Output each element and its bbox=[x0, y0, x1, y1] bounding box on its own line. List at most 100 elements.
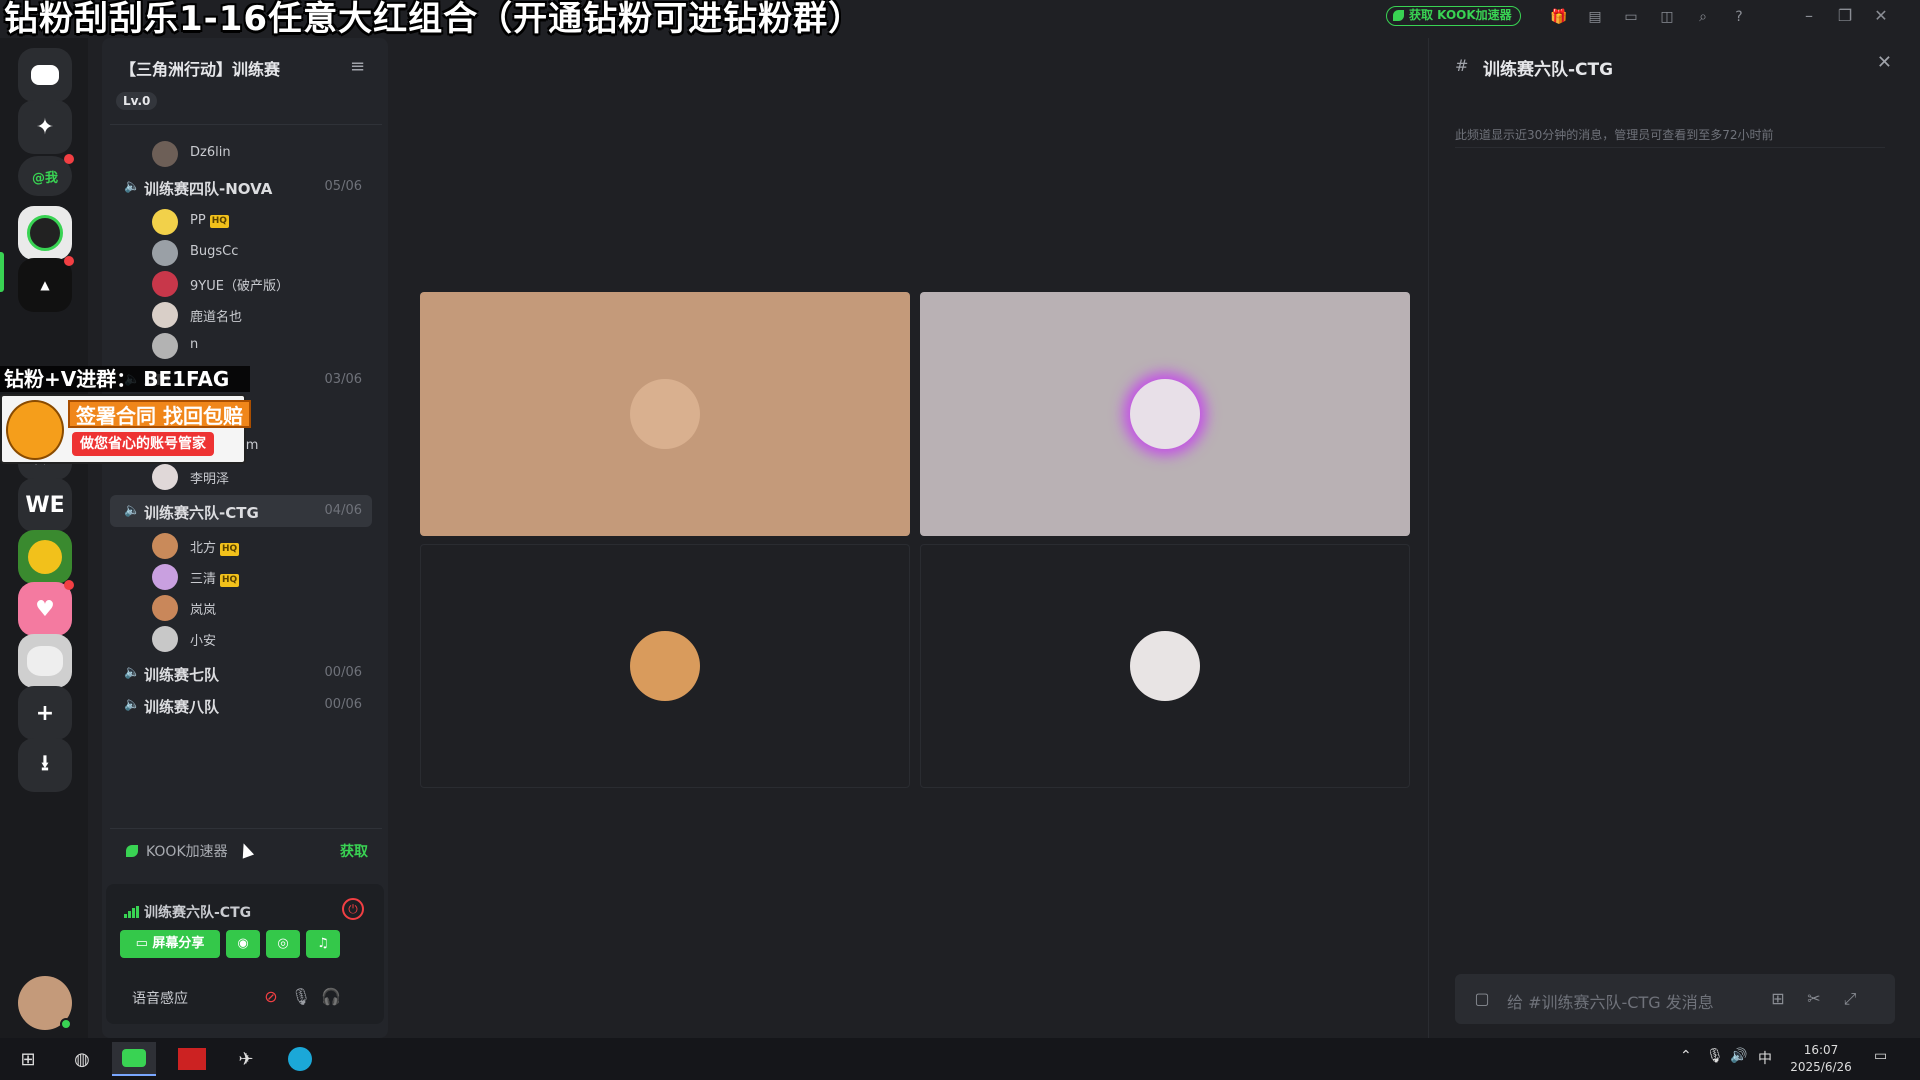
guild-name[interactable]: 【三角洲行动】训练赛 bbox=[120, 56, 280, 80]
tray-chevron-icon[interactable]: ⌃ bbox=[1680, 1048, 1692, 1064]
user-avatar[interactable] bbox=[18, 976, 72, 1030]
server-cat[interactable] bbox=[18, 634, 72, 688]
participant-tile-2[interactable] bbox=[920, 292, 1410, 536]
expand-icon[interactable]: ⤢ bbox=[1839, 988, 1861, 1010]
voice-channel-name: 训练赛四队-NOVA bbox=[144, 180, 273, 198]
server-we[interactable]: WE bbox=[18, 478, 72, 532]
scissors-icon[interactable]: ✂ bbox=[1803, 988, 1825, 1010]
badge-line-2: 做您省心的账号管家 bbox=[72, 432, 214, 456]
tray-clock[interactable]: 16:07 2025/6/26 bbox=[1780, 1042, 1862, 1076]
voice-channel-item[interactable]: 🔈 训练赛八队 00/06 bbox=[110, 689, 372, 721]
hq-badge: HQ bbox=[220, 574, 240, 587]
menu-icon[interactable]: ≡ bbox=[350, 56, 365, 77]
channel-member-item[interactable]: 鹿道名也 bbox=[110, 298, 372, 330]
music-icon: ♫ bbox=[317, 936, 329, 951]
download-button[interactable]: ⭳ bbox=[18, 738, 72, 792]
member-name-text: 岚岚 bbox=[190, 603, 217, 618]
mentions-button[interactable]: @我 bbox=[18, 154, 74, 196]
inbox-icon[interactable]: ▤ bbox=[1584, 6, 1606, 28]
participant-tile-1[interactable] bbox=[420, 292, 910, 536]
voice-channel-item[interactable]: 🔈 训练赛四队-NOVA 05/06 bbox=[110, 171, 372, 203]
channel-member-item[interactable]: Dz6lin bbox=[110, 137, 372, 169]
unread-dot bbox=[64, 580, 74, 590]
soundboard-button[interactable]: ◎ bbox=[266, 930, 300, 958]
edge-browser-icon[interactable] bbox=[278, 1042, 322, 1076]
microphone-icon[interactable]: 🎙 bbox=[290, 986, 312, 1008]
channel-member-item[interactable]: n bbox=[110, 329, 372, 361]
server-sunflower[interactable] bbox=[18, 530, 72, 584]
member-avatar bbox=[152, 271, 178, 297]
screen-icon[interactable]: ▭ bbox=[1620, 6, 1642, 28]
direct-messages-button[interactable] bbox=[18, 48, 72, 102]
message-input[interactable]: ▢ 给 #训练赛六队-CTG 发消息 ⊞ ✂ ⤢ bbox=[1455, 974, 1895, 1024]
accelerator-label: KOOK加速器 bbox=[146, 844, 228, 860]
search-icon[interactable]: ⌕ bbox=[1692, 6, 1714, 28]
voice-connection-panel: 训练赛六队-CTG ⏻ ▭ 屏幕分享 ◉ ◎ ♫ 语音感应 ⊘ 🎙 🎧 bbox=[106, 884, 384, 1024]
member-name-text: 北方 bbox=[190, 541, 217, 556]
kook-taskbar-icon[interactable] bbox=[112, 1042, 156, 1076]
minimize-icon[interactable]: – bbox=[1800, 6, 1818, 26]
add-server-button[interactable]: + bbox=[18, 686, 72, 740]
member-avatar bbox=[152, 209, 178, 235]
channel-member-item[interactable]: 9YUE（破产版） bbox=[110, 267, 372, 299]
participant-avatar bbox=[1130, 379, 1200, 449]
voice-channel-count: 04/06 bbox=[324, 503, 362, 518]
channel-member-item[interactable]: 三清 HQ bbox=[110, 560, 372, 592]
voicemeeter-icon[interactable] bbox=[170, 1042, 214, 1076]
add-attachment-icon[interactable]: ⊞ bbox=[1767, 988, 1789, 1010]
participant-tile-3[interactable] bbox=[420, 544, 910, 788]
voice-sense-label[interactable]: 语音感应 bbox=[132, 988, 188, 1008]
channel-member-item[interactable]: 岚岚 bbox=[110, 591, 372, 623]
start-icon[interactable]: ⊞ bbox=[6, 1042, 50, 1076]
member-avatar bbox=[152, 533, 178, 559]
close-icon[interactable]: ✕ bbox=[1872, 6, 1890, 26]
restore-icon[interactable]: ❐ bbox=[1836, 6, 1854, 26]
get-accelerator-link[interactable]: 获取 bbox=[340, 841, 368, 861]
voice-channel-item[interactable]: 🔈 训练赛六队-CTG 04/06 bbox=[110, 495, 372, 527]
window-icon[interactable]: ◫ bbox=[1656, 6, 1678, 28]
kook-app-window: 钻粉刮刮乐1-16任意大红组合（开通钻粉可进钻粉群） 获取 KOOK加速器 🎁 … bbox=[0, 0, 1920, 1080]
server-training[interactable] bbox=[18, 206, 72, 260]
camera-off-icon[interactable]: ⊘ bbox=[260, 986, 282, 1008]
obs-icon[interactable]: ◍ bbox=[60, 1042, 104, 1076]
server-pink[interactable]: ♥ bbox=[18, 580, 74, 636]
tray-volume-icon[interactable]: 🔊 bbox=[1730, 1048, 1747, 1064]
close-icon[interactable]: ✕ bbox=[1877, 52, 1892, 73]
channel-member-item[interactable]: PP HQ bbox=[110, 205, 372, 237]
voice-stage bbox=[402, 38, 1426, 1038]
music-button[interactable]: ♫ bbox=[306, 930, 340, 958]
channel-member-item[interactable]: 北方 HQ bbox=[110, 529, 372, 561]
get-accelerator-button[interactable]: 获取 KOOK加速器 bbox=[1386, 6, 1521, 26]
discover-button[interactable]: ✦ bbox=[18, 100, 72, 154]
voice-channel-item[interactable]: 🔈 训练赛七队 00/06 bbox=[110, 657, 372, 689]
leaf-icon bbox=[126, 845, 138, 857]
member-avatar bbox=[152, 595, 178, 621]
tray-mic-icon[interactable]: 🎙 bbox=[1706, 1048, 1724, 1064]
channel-member-item[interactable]: 李明泽 bbox=[110, 460, 372, 492]
gift-icon[interactable]: 🎁 bbox=[1548, 6, 1570, 28]
channel-member-item[interactable]: 小安 bbox=[110, 622, 372, 654]
member-name-text: n bbox=[190, 337, 199, 352]
member-name-text: 9YUE（破产版） bbox=[190, 279, 289, 294]
voice-channel-name: 训练赛八队 bbox=[144, 698, 220, 716]
screen-share-button[interactable]: ▭ 屏幕分享 bbox=[120, 930, 220, 958]
headphones-icon[interactable]: 🎧 bbox=[320, 986, 342, 1008]
server-delta[interactable]: ▲ bbox=[18, 256, 74, 312]
signal-icon bbox=[124, 906, 139, 918]
record-button[interactable]: ◉ bbox=[226, 930, 260, 958]
member-name-text: PP bbox=[190, 213, 206, 228]
notification-icon[interactable]: ▭ bbox=[1874, 1048, 1887, 1064]
app-plane-icon[interactable]: ✈ bbox=[224, 1042, 268, 1076]
member-name-text: BugsCc bbox=[190, 244, 239, 259]
help-icon[interactable]: ? bbox=[1728, 6, 1750, 28]
disconnect-icon[interactable]: ⏻ bbox=[342, 898, 364, 920]
participant-tile-4[interactable] bbox=[920, 544, 1410, 788]
sunflower-icon bbox=[28, 540, 62, 574]
member-name: Dz6lin bbox=[190, 145, 231, 160]
tray-ime-label[interactable]: 中 bbox=[1758, 1048, 1772, 1068]
channel-member-item[interactable]: BugsCc bbox=[110, 236, 372, 268]
member-name-text: 鹿道名也 bbox=[190, 310, 243, 325]
message-icon: ▢ bbox=[1474, 989, 1490, 1008]
participant-avatar bbox=[630, 379, 700, 449]
accelerator-bar[interactable]: KOOK加速器 获取 bbox=[110, 828, 382, 868]
